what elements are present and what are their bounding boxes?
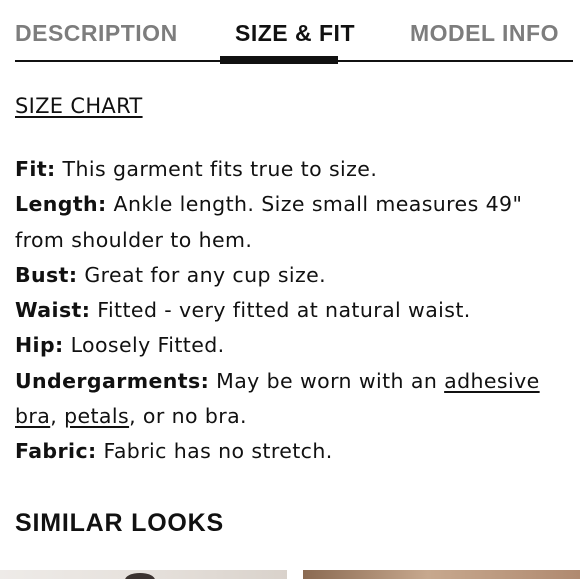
size-fit-specs: Fit: This garment fits true to size. Len… bbox=[15, 152, 570, 470]
thumbnail-photo-detail bbox=[125, 573, 155, 579]
spec-hip-text: Loosely Fitted. bbox=[63, 333, 225, 358]
spec-hip-label: Hip: bbox=[15, 333, 64, 358]
spec-bust: Bust: Great for any cup size. bbox=[15, 258, 570, 293]
tab-bar: DESCRIPTION SIZE & FIT MODEL INFO bbox=[15, 0, 573, 62]
tab-model-info[interactable]: MODEL INFO bbox=[410, 20, 559, 47]
spec-waist: Waist: Fitted - very fitted at natural w… bbox=[15, 293, 570, 328]
spec-hip: Hip: Loosely Fitted. bbox=[15, 328, 570, 363]
similar-looks-heading: SIMILAR LOOKS bbox=[15, 509, 225, 537]
spec-fabric-text: Fabric has no stretch. bbox=[96, 439, 333, 464]
spec-length: Length: Ankle length. Size small measure… bbox=[15, 187, 570, 258]
spec-length-label: Length: bbox=[15, 192, 107, 217]
similar-look-thumbnail[interactable] bbox=[303, 570, 580, 579]
spec-waist-label: Waist: bbox=[15, 298, 91, 323]
tab-size-fit[interactable]: SIZE & FIT bbox=[235, 20, 355, 47]
tab-description[interactable]: DESCRIPTION bbox=[15, 20, 178, 47]
spec-fit-text: This garment fits true to size. bbox=[55, 157, 378, 181]
petals-link[interactable]: petals bbox=[64, 404, 129, 428]
spec-waist-text: Fitted - very fitted at natural waist. bbox=[90, 298, 471, 323]
spec-undergarments: Undergarments: May be worn with an adhes… bbox=[15, 364, 570, 435]
spec-fabric: Fabric: Fabric has no stretch. bbox=[15, 434, 570, 469]
spec-fit-label: Fit: bbox=[15, 157, 56, 181]
spec-undergarments-text: May be worn with an bbox=[209, 368, 445, 393]
spec-fit: Fit: This garment fits true to size. bbox=[15, 152, 570, 187]
active-tab-indicator bbox=[220, 56, 338, 64]
spec-fabric-label: Fabric: bbox=[15, 439, 97, 464]
spec-undergarments-tail: , or no bra. bbox=[129, 404, 247, 429]
similar-look-thumbnail[interactable] bbox=[0, 570, 287, 579]
spec-undergarments-separator: , bbox=[50, 404, 65, 429]
product-details-page: DESCRIPTION SIZE & FIT MODEL INFO SIZE C… bbox=[0, 0, 580, 579]
spec-undergarments-label: Undergarments: bbox=[15, 368, 210, 393]
spec-bust-text: Great for any cup size. bbox=[77, 262, 327, 287]
size-chart-link[interactable]: SIZE CHART bbox=[15, 94, 143, 118]
spec-bust-label: Bust: bbox=[15, 262, 78, 287]
